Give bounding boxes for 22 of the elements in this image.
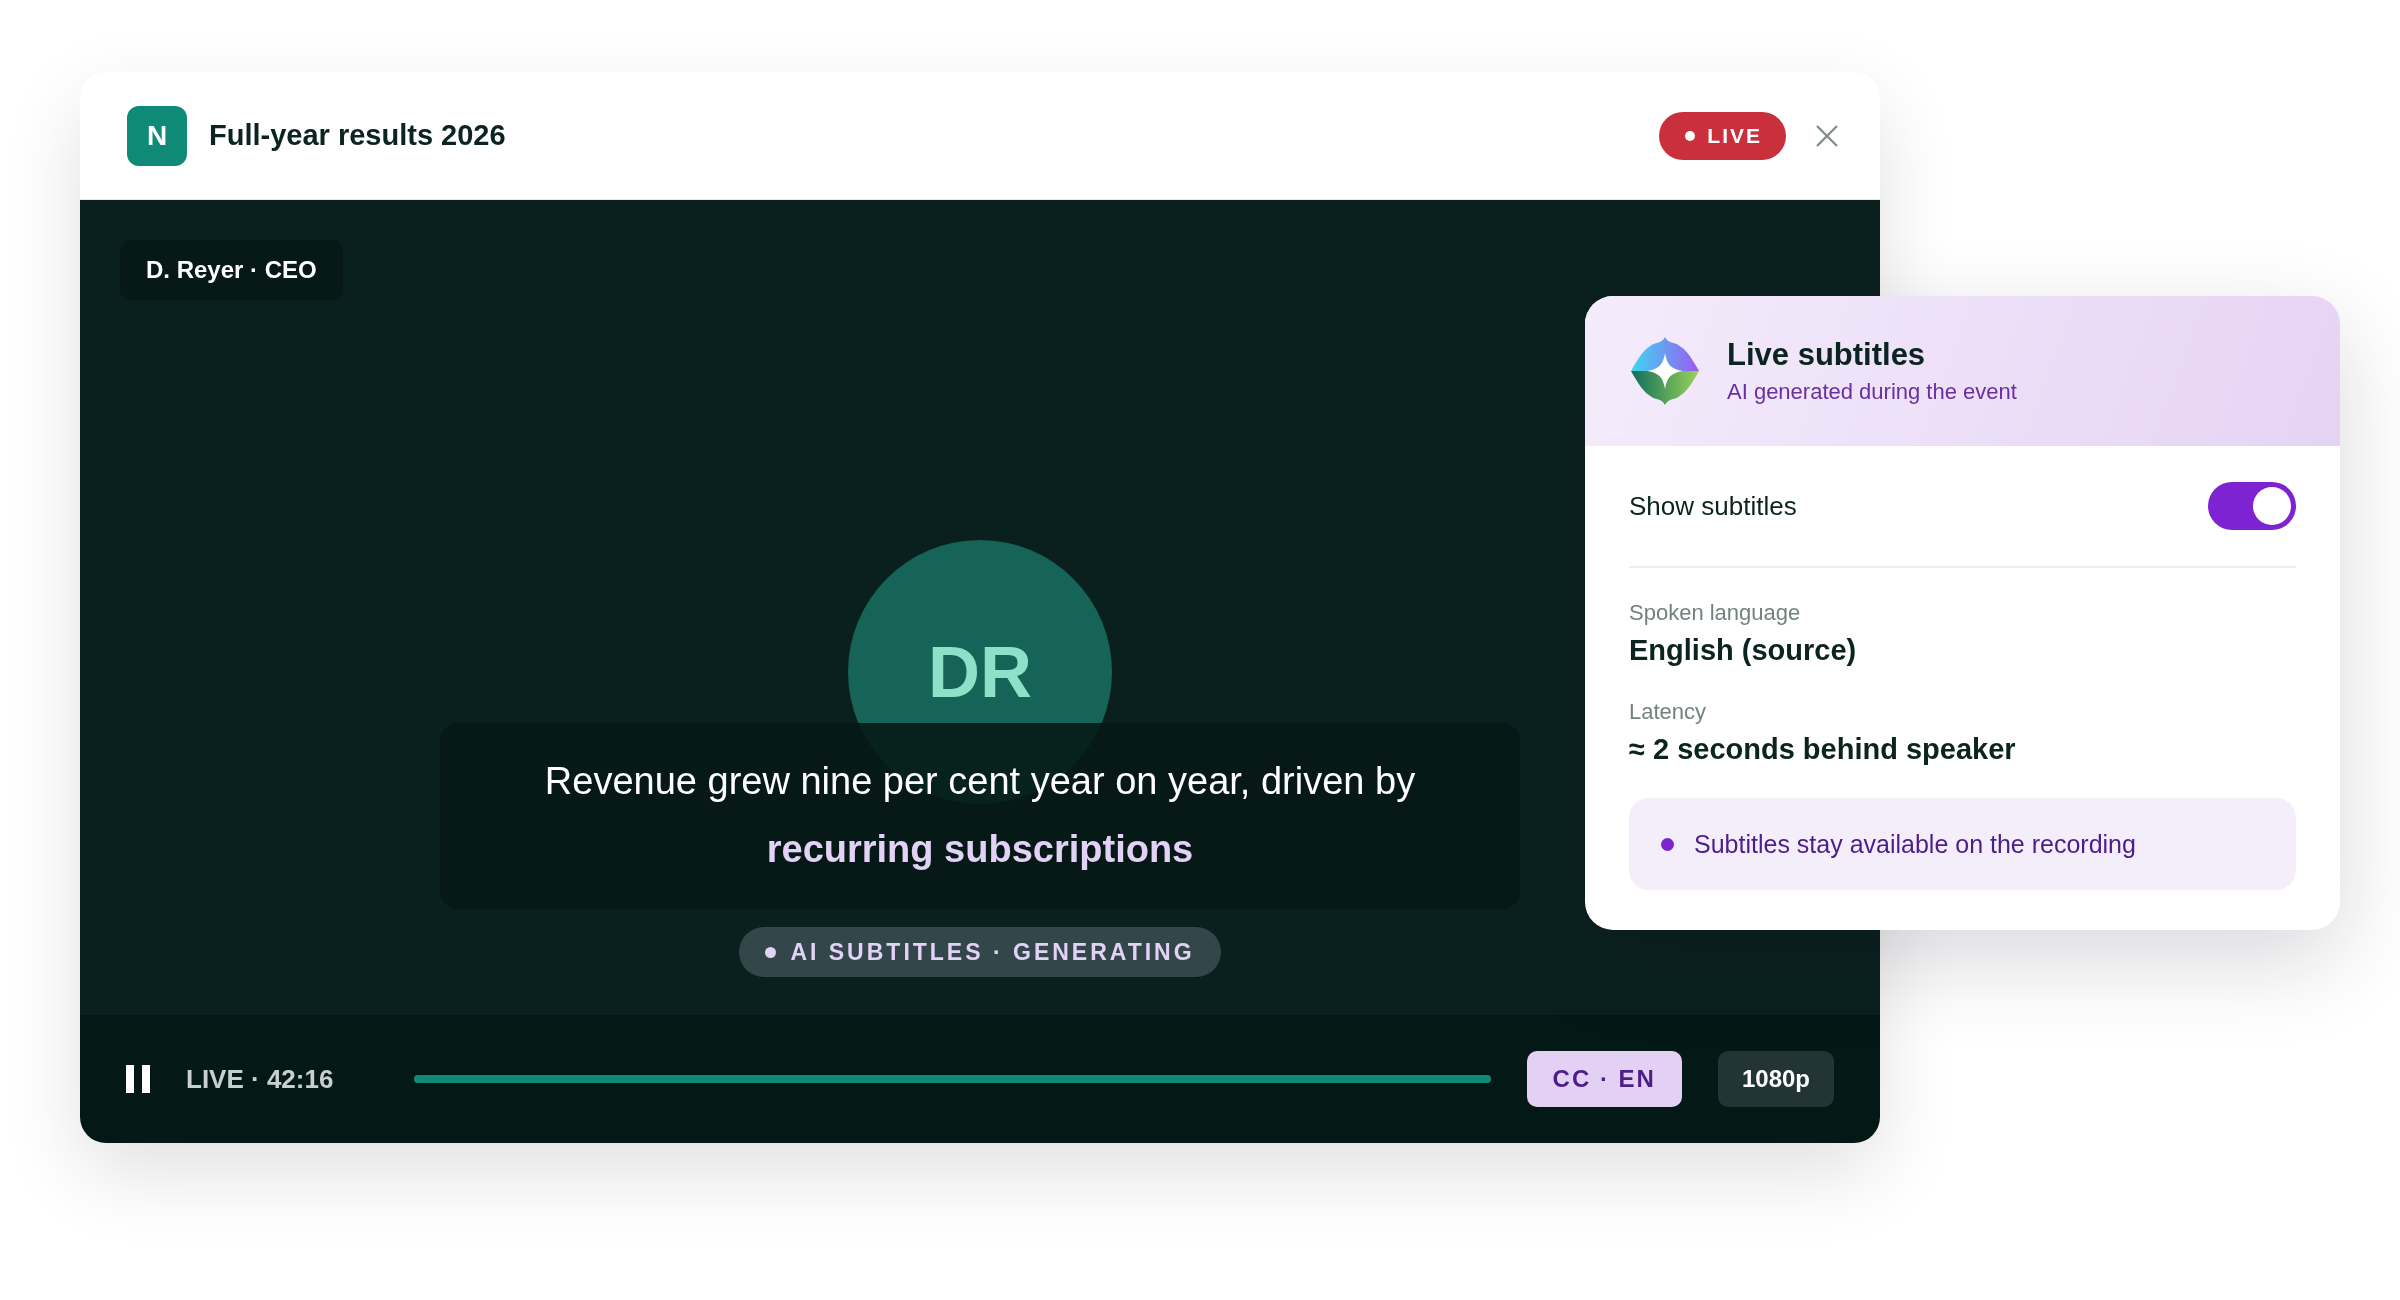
window-title: Full-year results 2026 (209, 119, 507, 152)
panel-title: Live subtitles (1727, 337, 1927, 373)
captions-button[interactable]: CC · EN (1526, 1051, 1682, 1107)
quality-button[interactable]: 1080p (1717, 1051, 1834, 1107)
note-text: Subtitles stay available on the recording (1694, 829, 2136, 859)
field-label: Latency (1629, 699, 1708, 725)
field-label: Spoken language (1629, 600, 1802, 626)
subtitle-status-chip: AI SUBTITLES · GENERATING (739, 927, 1221, 977)
field-value: English (source) (1629, 634, 1858, 667)
subtitles-toggle[interactable] (2208, 482, 2296, 530)
speaker-tag: D. Reyer · CEO (120, 240, 343, 300)
field-value: ≈ 2 seconds behind speaker (1629, 733, 2017, 766)
app-logo: N (127, 105, 187, 166)
pause-icon[interactable] (124, 1063, 152, 1095)
toggle-label: Show subtitles (1629, 490, 1797, 522)
live-time: LIVE · 42:16 (186, 1063, 335, 1095)
subtitle-caption: Revenue grew nine per cent year on year, driven by recurring subscriptions (440, 723, 1520, 909)
bullet-icon (1661, 837, 1674, 851)
sparkle-icon (1629, 335, 1701, 407)
panel-subtitle: AI generated during the event (1727, 379, 2017, 405)
close-icon[interactable] (1814, 122, 1840, 149)
live-badge: LIVE (1659, 111, 1786, 160)
